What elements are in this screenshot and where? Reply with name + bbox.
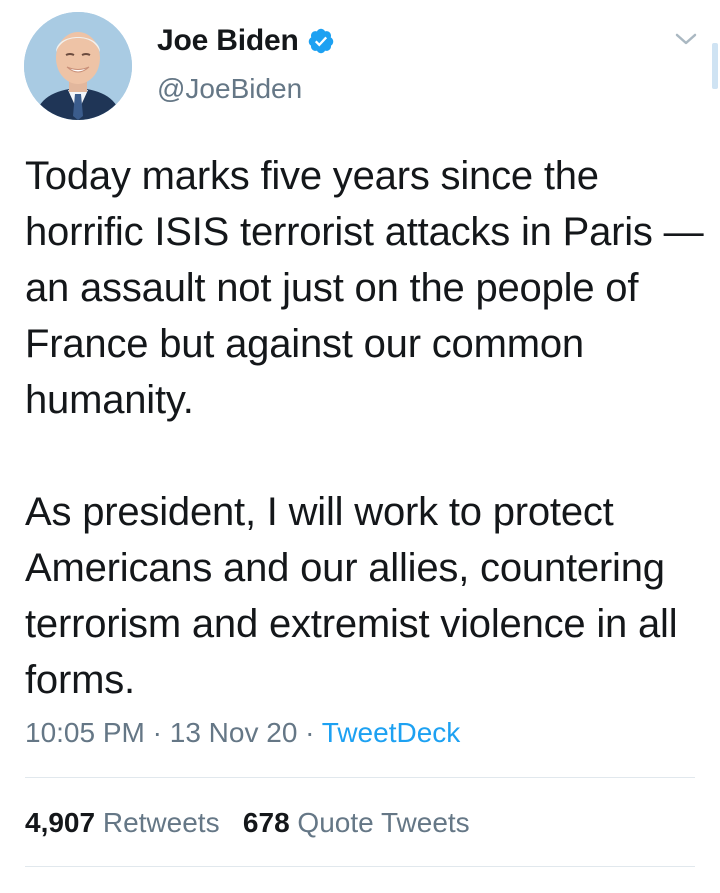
tweet-text: Today marks five years since the horrifi… (25, 148, 705, 708)
meta-separator: · (297, 717, 322, 748)
tweet-date[interactable]: 13 Nov 20 (170, 717, 298, 748)
quote-tweets-stat[interactable]: 678 Quote Tweets (243, 807, 470, 838)
tweet-meta: 10:05 PM · 13 Nov 20 · TweetDeck (25, 717, 460, 749)
tweet-time[interactable]: 10:05 PM (25, 717, 145, 748)
chevron-down-icon[interactable] (672, 28, 700, 50)
author-name[interactable]: Joe Biden (157, 24, 299, 58)
retweets-count: 4,907 (25, 807, 96, 838)
tweet-paragraph: As president, I will work to protect Ame… (25, 490, 678, 702)
author-handle[interactable]: @JoeBiden (157, 73, 302, 105)
divider (25, 777, 695, 778)
quote-tweets-count: 678 (242, 807, 290, 838)
scrollbar[interactable] (712, 43, 718, 89)
meta-separator: · (144, 717, 170, 748)
avatar-image (24, 12, 132, 120)
tweet-stats: 4,907 Retweets 678 Quote Tweets (25, 807, 470, 839)
quote-tweets-label: Quote Tweets (297, 807, 470, 838)
verified-badge-icon (308, 28, 333, 54)
avatar[interactable] (24, 12, 132, 120)
retweets-label: Retweets (102, 807, 220, 838)
tweet-detail: Joe Biden @JoeBiden Today marks five yea… (0, 0, 720, 893)
retweets-stat[interactable]: 4,907 Retweets (25, 807, 220, 838)
tweet-paragraph: Today marks five years since the horrifi… (25, 154, 704, 422)
author-name-row[interactable]: Joe Biden (157, 24, 335, 58)
divider (25, 866, 695, 867)
tweet-source-link[interactable]: TweetDeck (322, 717, 461, 748)
